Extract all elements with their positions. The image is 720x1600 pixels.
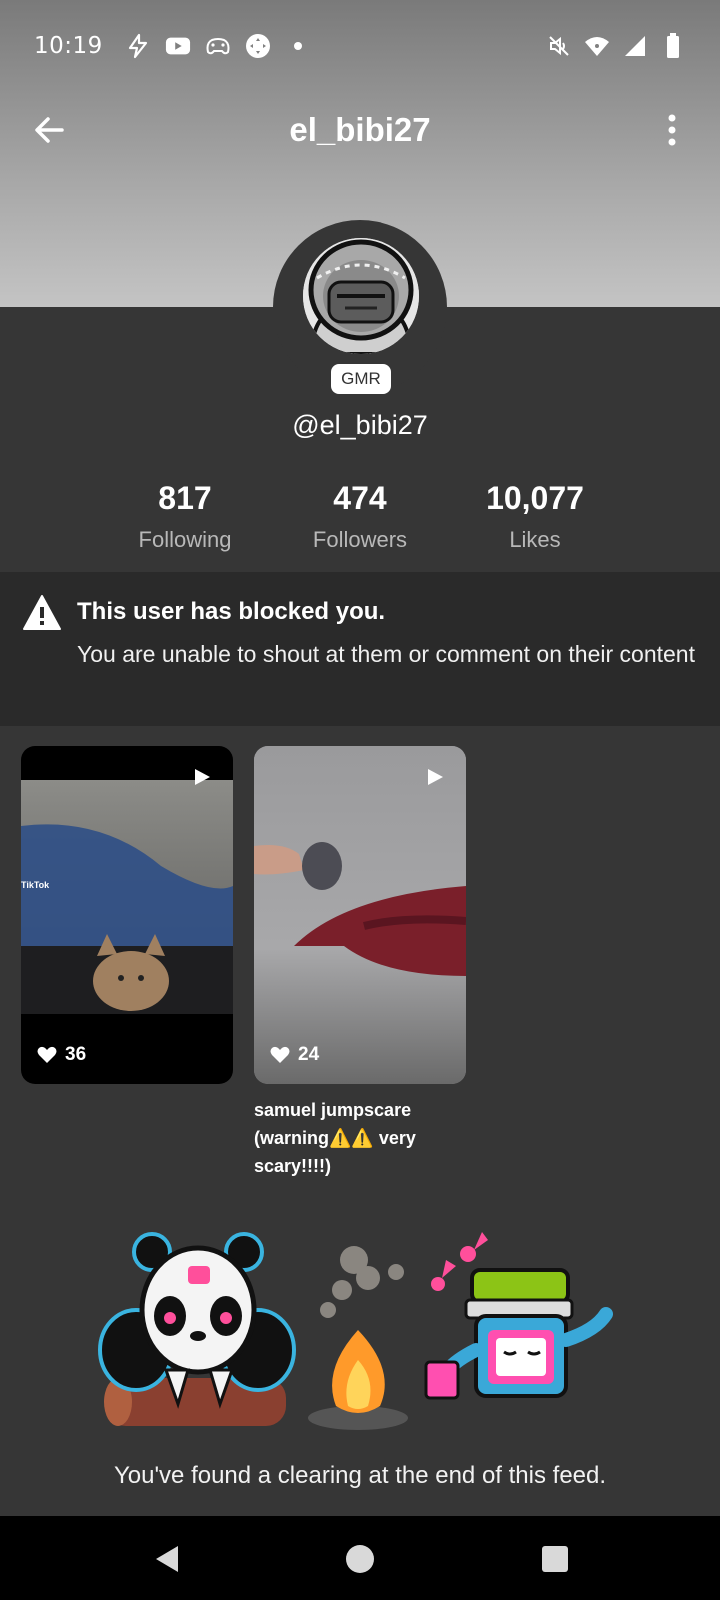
arrow-left-icon [35,117,64,143]
more-vertical-icon [668,114,676,146]
stat-following[interactable]: 817 Following [100,480,270,553]
nav-recents-button[interactable] [538,1542,572,1576]
stat-likes: 10,077 Likes [450,480,620,553]
status-bar: 10:19 [0,0,720,92]
wifi-icon [584,33,610,59]
profile-stats: 817 Following 474 Followers 10,077 Likes [0,480,720,560]
play-icon [193,768,211,786]
status-icons-right [546,33,686,59]
likes-count: 36 [65,1044,87,1065]
battery-icon [660,33,686,59]
more-options-button[interactable] [662,110,682,150]
status-time: 10:19 [34,33,103,59]
stat-value: 817 [158,480,212,516]
mute-icon [546,33,572,59]
warning-icon [22,594,62,632]
blocked-banner: This user has blocked you. You are unabl… [0,572,720,726]
stat-value: 474 [333,480,387,516]
video-caption[interactable]: samuel jumpscare (warning⚠️⚠️ very scary… [254,1096,464,1180]
feed-end-illustration [96,1230,626,1440]
triangle-back-icon [156,1546,178,1572]
blocked-message: You are unable to shout at them or comme… [77,641,695,667]
video-card[interactable]: 24 [254,746,466,1084]
gamer-badge: GMR [331,364,391,394]
square-recents-icon [542,1546,568,1572]
stat-label: Followers [312,527,408,552]
video-likes: 24 [270,1044,319,1066]
video-card[interactable]: TikTok 36 [21,746,233,1084]
dot-icon [285,33,311,59]
circle-home-icon [346,1545,374,1573]
avatar[interactable] [303,238,419,354]
video-thumbnail [21,780,233,1014]
profile-handle: @el_bibi27 [292,410,428,440]
page-title: el_bibi27 [289,111,431,148]
system-nav-bar [0,1516,720,1600]
heart-icon [270,1046,290,1063]
game-controller-icon [205,33,231,59]
likes-count: 24 [298,1044,320,1065]
tiktok-watermark: TikTok [21,880,50,890]
stat-followers[interactable]: 474 Followers [275,480,445,553]
nav-home-button[interactable] [343,1542,377,1576]
gamepad-icon [245,33,271,59]
bolt-icon [125,33,151,59]
back-button[interactable] [30,110,70,150]
stat-label: Likes [509,527,561,552]
signal-icon [622,33,648,59]
blocked-title: This user has blocked you. [77,598,386,625]
heart-icon [37,1046,57,1063]
top-nav: el_bibi27 [0,92,720,168]
stat-label: Following [138,527,232,552]
youtube-icon [165,33,191,59]
play-icon [426,768,444,786]
stat-value: 10,077 [486,480,584,516]
status-icons-left [125,33,311,59]
video-thumbnail [254,746,466,1084]
video-likes: 36 [37,1044,86,1066]
nav-back-button[interactable] [150,1542,184,1576]
avatar-frame: GMR [273,220,447,394]
feed-end-message: You've found a clearing at the end of th… [113,1462,607,1489]
hooded-figure-icon [303,238,419,354]
